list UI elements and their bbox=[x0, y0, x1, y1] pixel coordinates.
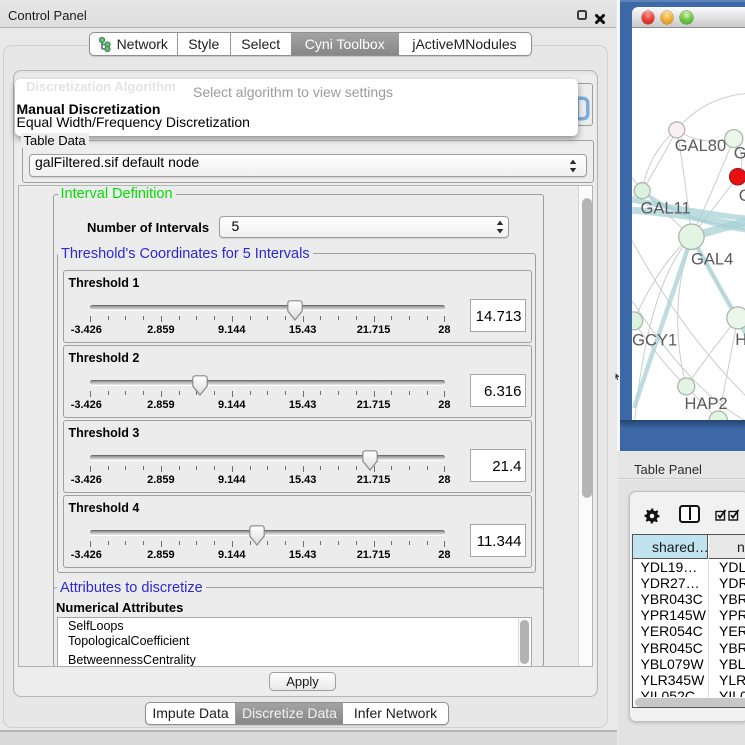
svg-text:C: C bbox=[738, 186, 745, 205]
svg-text:H: H bbox=[735, 329, 745, 348]
svg-text:HAP2: HAP2 bbox=[684, 393, 727, 412]
svg-text:GAL11: GAL11 bbox=[640, 198, 690, 217]
svg-text:GCY1: GCY1 bbox=[632, 330, 677, 349]
svg-text:GA: GA bbox=[733, 143, 745, 162]
svg-text:GAL4: GAL4 bbox=[691, 249, 733, 268]
svg-text:GAL80: GAL80 bbox=[674, 136, 725, 155]
